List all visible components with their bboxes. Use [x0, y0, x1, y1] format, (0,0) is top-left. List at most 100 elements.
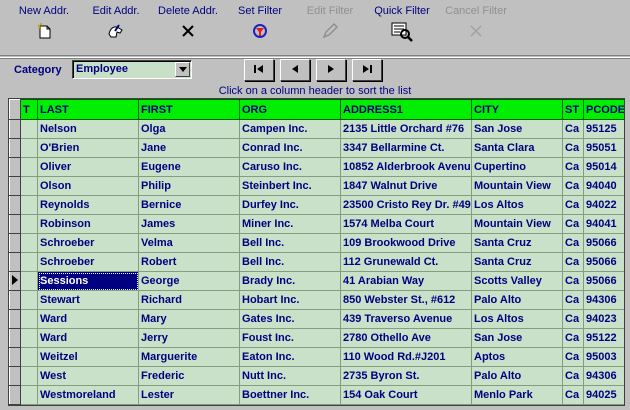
row-indicator[interactable]: [9, 385, 21, 405]
cell-first[interactable]: Olga: [138, 119, 240, 139]
cell-org[interactable]: Conrad Inc.: [239, 138, 341, 158]
cell-org[interactable]: Durfey Inc.: [239, 195, 341, 215]
delete-address-button[interactable]: Delete Addr.: [152, 4, 224, 52]
cell-pcode[interactable]: 94025: [583, 385, 624, 405]
column-header-city[interactable]: CITY: [471, 99, 563, 120]
cell-st[interactable]: Ca: [562, 328, 584, 348]
cell-st[interactable]: Ca: [562, 157, 584, 177]
cell-t[interactable]: [20, 309, 38, 329]
cell-pcode[interactable]: 95003: [583, 347, 624, 367]
cell-org[interactable]: Brady Inc.: [239, 271, 341, 291]
table-row[interactable]: Schroeber Robert Bell Inc. 112 Grunewald Ct…: [9, 252, 624, 272]
row-indicator[interactable]: [9, 290, 21, 310]
row-indicator[interactable]: [9, 157, 21, 177]
table-row[interactable]: Schroeber Velma Bell Inc. 109 Brookwood Dri…: [9, 233, 624, 253]
cell-first[interactable]: Frederic: [138, 366, 240, 386]
cell-address1[interactable]: 2135 Little Orchard #76: [340, 119, 472, 139]
cell-t[interactable]: [20, 290, 38, 310]
cell-org[interactable]: Steinbert Inc.: [239, 176, 341, 196]
new-address-button[interactable]: New Addr.: [8, 4, 80, 52]
cell-last[interactable]: Robinson: [37, 214, 139, 234]
cell-last[interactable]: O'Brien: [37, 138, 139, 158]
cell-first[interactable]: James: [138, 214, 240, 234]
cell-org[interactable]: Caruso Inc.: [239, 157, 341, 177]
cell-pcode[interactable]: 94022: [583, 195, 624, 215]
cell-t[interactable]: [20, 176, 38, 196]
row-indicator[interactable]: [9, 347, 21, 367]
cell-st[interactable]: Ca: [562, 176, 584, 196]
cell-org[interactable]: Nutt Inc.: [239, 366, 341, 386]
cell-city[interactable]: Santa Cruz: [471, 233, 563, 253]
table-row[interactable]: Reynolds Bernice Durfey Inc. 23500 Cristo R…: [9, 195, 624, 215]
cell-pcode[interactable]: 95122: [583, 328, 624, 348]
cell-last[interactable]: Oliver: [37, 157, 139, 177]
column-header-pcode[interactable]: PCODE: [583, 99, 624, 120]
cell-pcode[interactable]: 95051: [583, 138, 624, 158]
cell-org[interactable]: Campen Inc.: [239, 119, 341, 139]
cell-address1[interactable]: 2780 Othello Ave: [340, 328, 472, 348]
table-row[interactable]: Oliver Eugene Caruso Inc. 10852 Alderbrook …: [9, 157, 624, 177]
cell-pcode[interactable]: 95125: [583, 119, 624, 139]
cell-last[interactable]: Nelson: [37, 119, 139, 139]
first-record-button[interactable]: [244, 59, 274, 81]
cell-t[interactable]: [20, 138, 38, 158]
cell-st[interactable]: Ca: [562, 309, 584, 329]
table-row[interactable]: Sessions George Brady Inc. 41 Arabian Way Sc…: [9, 271, 624, 291]
cell-t[interactable]: [20, 214, 38, 234]
row-indicator[interactable]: [9, 366, 21, 386]
cell-pcode[interactable]: 95066: [583, 252, 624, 272]
cell-t[interactable]: [20, 366, 38, 386]
cell-t[interactable]: [20, 271, 38, 291]
column-header-first[interactable]: FIRST: [138, 99, 240, 120]
cell-st[interactable]: Ca: [562, 252, 584, 272]
cell-city[interactable]: Menlo Park: [471, 385, 563, 405]
table-row[interactable]: Weitzel Marguerite Eaton Inc. 110 Wood Rd.#…: [9, 347, 624, 367]
cell-city[interactable]: Palo Alto: [471, 290, 563, 310]
table-row[interactable]: Robinson James Miner Inc. 1574 Melba Court M…: [9, 214, 624, 234]
quick-filter-button[interactable]: Quick Filter: [366, 4, 438, 52]
table-row[interactable]: Stewart Richard Hobart Inc. 850 Webster St.…: [9, 290, 624, 310]
cell-city[interactable]: Scotts Valley: [471, 271, 563, 291]
previous-record-button[interactable]: [280, 59, 310, 81]
cell-first[interactable]: Robert: [138, 252, 240, 272]
cell-last[interactable]: West: [37, 366, 139, 386]
column-header-last[interactable]: LAST: [37, 99, 139, 120]
table-row[interactable]: Nelson Olga Campen Inc. 2135 Little Orchard…: [9, 119, 624, 139]
edit-address-button[interactable]: Edit Addr.: [80, 4, 152, 52]
table-row[interactable]: O'Brien Jane Conrad Inc. 3347 Bellarmine Ct…: [9, 138, 624, 158]
row-indicator[interactable]: [9, 214, 21, 234]
cell-t[interactable]: [20, 252, 38, 272]
cell-org[interactable]: Eaton Inc.: [239, 347, 341, 367]
cell-last[interactable]: Olson: [37, 176, 139, 196]
cell-first[interactable]: George: [138, 271, 240, 291]
cell-st[interactable]: Ca: [562, 385, 584, 405]
column-header-t[interactable]: T: [20, 99, 38, 120]
cell-org[interactable]: Hobart Inc.: [239, 290, 341, 310]
column-header-st[interactable]: ST: [562, 99, 584, 120]
cell-address1[interactable]: 23500 Cristo Rey Dr. #49: [340, 195, 472, 215]
last-record-button[interactable]: [352, 59, 382, 81]
row-indicator[interactable]: [9, 119, 21, 139]
cell-st[interactable]: Ca: [562, 119, 584, 139]
cell-city[interactable]: San Jose: [471, 328, 563, 348]
cell-first[interactable]: Jane: [138, 138, 240, 158]
cell-first[interactable]: Richard: [138, 290, 240, 310]
row-indicator[interactable]: [9, 328, 21, 348]
chevron-down-icon[interactable]: [175, 62, 190, 77]
cell-address1[interactable]: 2735 Byron St.: [340, 366, 472, 386]
cell-pcode[interactable]: 95066: [583, 271, 624, 291]
cell-last[interactable]: Ward: [37, 328, 139, 348]
cell-st[interactable]: Ca: [562, 347, 584, 367]
cell-last[interactable]: Westmoreland: [37, 385, 139, 405]
row-indicator[interactable]: [9, 138, 21, 158]
cell-st[interactable]: Ca: [562, 366, 584, 386]
cell-address1[interactable]: 109 Brookwood Drive: [340, 233, 472, 253]
table-row[interactable]: Ward Jerry Foust Inc. 2780 Othello Ave San J…: [9, 328, 624, 348]
cell-city[interactable]: San Jose: [471, 119, 563, 139]
cell-last[interactable]: Ward: [37, 309, 139, 329]
cell-first[interactable]: Eugene: [138, 157, 240, 177]
cell-last[interactable]: Weitzel: [37, 347, 139, 367]
cell-t[interactable]: [20, 385, 38, 405]
cell-first[interactable]: Philip: [138, 176, 240, 196]
table-row[interactable]: West Frederic Nutt Inc. 2735 Byron St. Palo …: [9, 366, 624, 386]
